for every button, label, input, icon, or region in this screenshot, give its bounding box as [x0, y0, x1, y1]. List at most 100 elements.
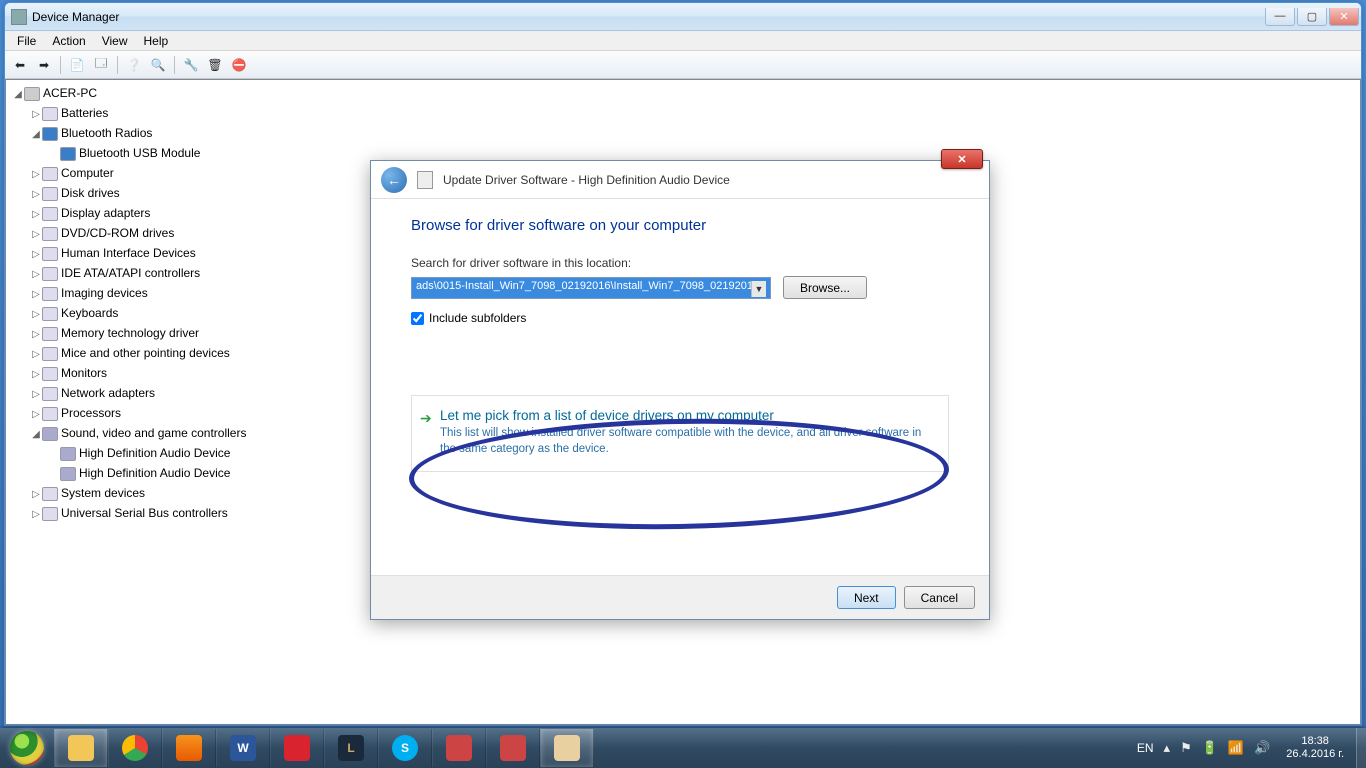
include-subfolders-checkbox[interactable] [411, 312, 424, 325]
expand-icon[interactable]: ▷ [30, 406, 42, 424]
start-button[interactable] [0, 728, 54, 768]
tray-chevron-icon[interactable]: ▴ [1164, 740, 1171, 756]
search-label: Search for driver software in this locat… [411, 256, 949, 270]
disable-icon[interactable]: ⛔ [228, 54, 250, 76]
show-hidden-icon[interactable]: 📄 [66, 54, 88, 76]
expand-icon[interactable]: ▷ [30, 246, 42, 264]
taskbar: W L S EN ▴ ⚑ 🔋 📶 🔊 18:38 26.4.2016 г. [0, 728, 1366, 768]
taskbar-skype[interactable]: S [378, 729, 432, 767]
expand-icon[interactable]: ▷ [30, 266, 42, 284]
tree-memtech[interactable]: Memory technology driver [61, 326, 199, 340]
next-button[interactable]: Next [837, 586, 896, 609]
expand-icon[interactable]: ◢ [12, 86, 24, 104]
titlebar[interactable]: Device Manager — ▢ ✕ [5, 3, 1361, 31]
tree-imaging[interactable]: Imaging devices [61, 286, 148, 300]
tree-usb[interactable]: Universal Serial Bus controllers [61, 506, 228, 520]
power-icon[interactable]: 🔋 [1202, 740, 1218, 756]
menu-help[interactable]: Help [136, 32, 177, 50]
back-button[interactable]: ← [381, 167, 407, 193]
tree-batteries[interactable]: Batteries [61, 106, 108, 120]
tree-hid[interactable]: Human Interface Devices [61, 246, 196, 260]
tree-system[interactable]: System devices [61, 486, 145, 500]
expand-icon[interactable]: ▷ [30, 306, 42, 324]
taskbar-comodo[interactable] [270, 729, 324, 767]
update-driver-icon[interactable]: 🔧 [180, 54, 202, 76]
expand-icon[interactable]: ▷ [30, 506, 42, 524]
menu-action[interactable]: Action [44, 32, 93, 50]
include-subfolders-row[interactable]: Include subfolders [411, 311, 949, 325]
tree-monitors[interactable]: Monitors [61, 366, 107, 380]
tree-dvd[interactable]: DVD/CD-ROM drives [61, 226, 174, 240]
tree-keyboards[interactable]: Keyboards [61, 306, 118, 320]
system-icon [42, 487, 58, 501]
expand-icon[interactable]: ◢ [30, 126, 42, 144]
windows-orb-icon [10, 731, 44, 765]
cpu-icon [42, 407, 58, 421]
tree-network[interactable]: Network adapters [61, 386, 155, 400]
taskbar-toolbox2[interactable] [486, 729, 540, 767]
tree-root[interactable]: ACER-PC [43, 86, 97, 100]
expand-icon[interactable]: ▷ [30, 486, 42, 504]
tree-processors[interactable]: Processors [61, 406, 121, 420]
tree-display[interactable]: Display adapters [61, 206, 150, 220]
forward-icon[interactable]: ➡ [33, 54, 55, 76]
expand-icon[interactable]: ▷ [30, 366, 42, 384]
taskbar-chrome[interactable] [108, 729, 162, 767]
close-button[interactable]: ✕ [1329, 8, 1359, 26]
expand-icon[interactable]: ▷ [30, 346, 42, 364]
help-icon[interactable]: ❔ [123, 54, 145, 76]
expand-icon[interactable]: ▷ [30, 226, 42, 244]
properties-icon[interactable]: 🗔 [90, 54, 112, 76]
expand-icon[interactable]: ▷ [30, 286, 42, 304]
expand-icon[interactable]: ▷ [30, 206, 42, 224]
tree-disk[interactable]: Disk drives [61, 186, 120, 200]
menu-view[interactable]: View [94, 32, 136, 50]
separator [117, 56, 118, 74]
taskbar-explorer[interactable] [54, 729, 108, 767]
scan-icon[interactable]: 🔍 [147, 54, 169, 76]
expand-icon[interactable]: ▷ [30, 166, 42, 184]
show-desktop-button[interactable] [1356, 728, 1366, 768]
clock[interactable]: 18:38 26.4.2016 г. [1280, 735, 1350, 760]
option-description: This list will show installed driver sof… [440, 426, 932, 457]
tree-computer[interactable]: Computer [61, 166, 114, 180]
leaf-icon [48, 466, 60, 484]
flag-icon[interactable]: ⚑ [1180, 740, 1192, 756]
let-me-pick-option[interactable]: ➔ Let me pick from a list of device driv… [411, 395, 949, 472]
device-icon [417, 171, 433, 189]
path-combobox[interactable]: ads\0015-Install_Win7_7098_02192016\Inst… [411, 277, 771, 299]
volume-icon[interactable]: 🔊 [1254, 740, 1270, 756]
maximize-button[interactable]: ▢ [1297, 8, 1327, 26]
tree-sound[interactable]: Sound, video and game controllers [61, 426, 246, 440]
separator [60, 56, 61, 74]
expand-icon[interactable]: ▷ [30, 326, 42, 344]
expand-icon[interactable]: ◢ [30, 426, 42, 444]
expand-icon[interactable]: ▷ [30, 386, 42, 404]
menu-file[interactable]: File [9, 32, 44, 50]
computer-icon [24, 87, 40, 101]
tree-ide[interactable]: IDE ATA/ATAPI controllers [61, 266, 200, 280]
taskbar-vlc[interactable] [162, 729, 216, 767]
taskbar-paint[interactable] [540, 729, 594, 767]
uninstall-icon[interactable]: 🗑 [204, 54, 226, 76]
back-icon[interactable]: ⬅ [9, 54, 31, 76]
tree-mice[interactable]: Mice and other pointing devices [61, 346, 230, 360]
vlc-icon [176, 735, 202, 761]
leaf-icon [48, 446, 60, 464]
tree-bluetooth-module[interactable]: Bluetooth USB Module [79, 146, 200, 160]
tree-sound-child2[interactable]: High Definition Audio Device [79, 466, 230, 480]
minimize-button[interactable]: — [1265, 8, 1295, 26]
dialog-close-button[interactable]: ✕ [941, 149, 983, 169]
expand-icon[interactable]: ▷ [30, 106, 42, 124]
tree-bluetooth[interactable]: Bluetooth Radios [61, 126, 152, 140]
browse-button[interactable]: Browse... [783, 276, 867, 299]
language-indicator[interactable]: EN [1137, 741, 1154, 755]
network-icon[interactable]: 📶 [1228, 740, 1244, 756]
expand-icon[interactable]: ▷ [30, 186, 42, 204]
tree-sound-child1[interactable]: High Definition Audio Device [79, 446, 230, 460]
cancel-button[interactable]: Cancel [904, 586, 975, 609]
dialog-header: ← Update Driver Software - High Definiti… [371, 161, 989, 199]
taskbar-lol[interactable]: L [324, 729, 378, 767]
taskbar-word[interactable]: W [216, 729, 270, 767]
taskbar-toolbox1[interactable] [432, 729, 486, 767]
